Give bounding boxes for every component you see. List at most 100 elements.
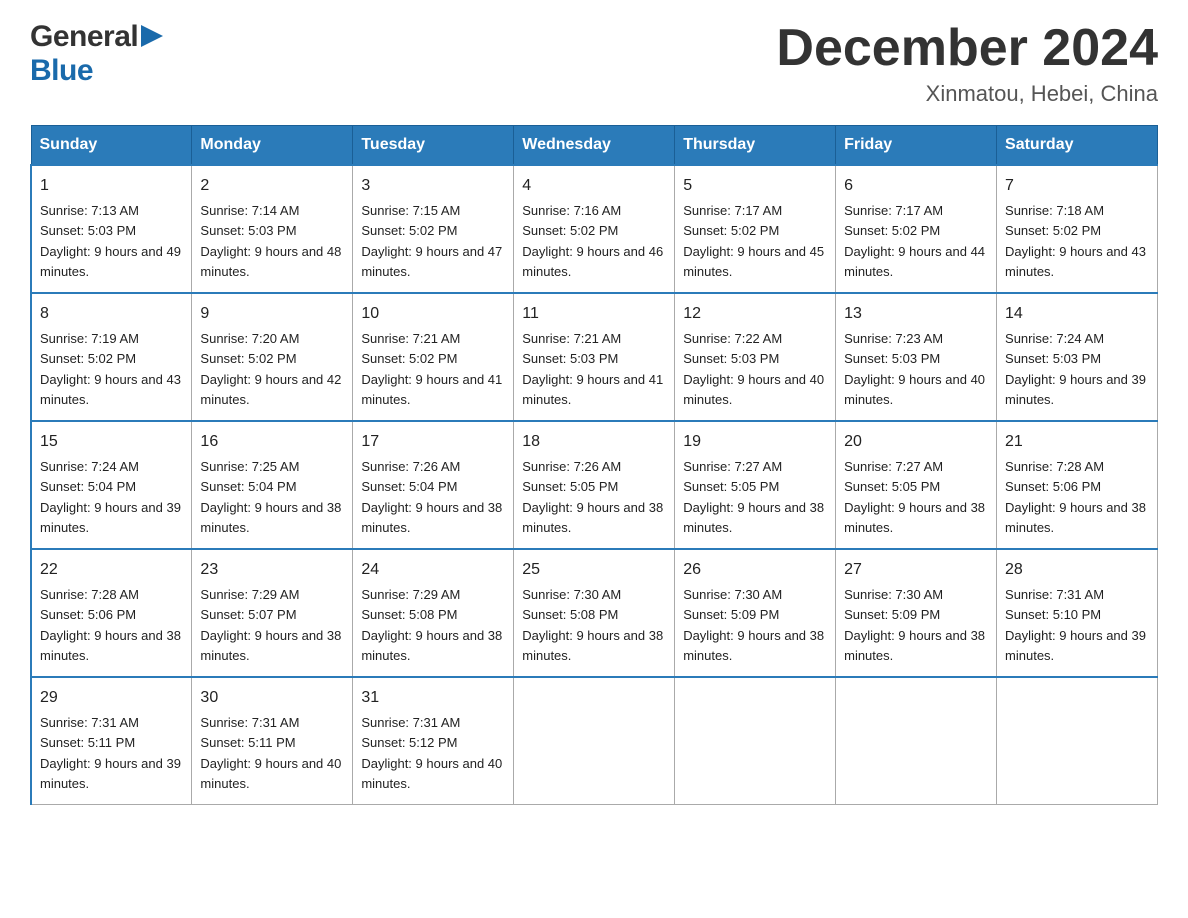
calendar-header-sunday: Sunday: [31, 126, 192, 166]
day-info: Sunrise: 7:17 AMSunset: 5:02 PMDaylight:…: [683, 203, 824, 279]
day-number: 30: [200, 686, 344, 710]
day-number: 29: [40, 686, 183, 710]
calendar-cell: 11 Sunrise: 7:21 AMSunset: 5:03 PMDaylig…: [514, 293, 675, 421]
calendar-cell: 7 Sunrise: 7:18 AMSunset: 5:02 PMDayligh…: [997, 165, 1158, 293]
calendar-week-row: 22 Sunrise: 7:28 AMSunset: 5:06 PMDaylig…: [31, 549, 1158, 677]
calendar-cell: 30 Sunrise: 7:31 AMSunset: 5:11 PMDaylig…: [192, 677, 353, 805]
day-info: Sunrise: 7:30 AMSunset: 5:08 PMDaylight:…: [522, 587, 663, 663]
day-info: Sunrise: 7:29 AMSunset: 5:07 PMDaylight:…: [200, 587, 341, 663]
day-info: Sunrise: 7:30 AMSunset: 5:09 PMDaylight:…: [844, 587, 985, 663]
logo: General Blue: [30, 20, 163, 88]
calendar-cell: 23 Sunrise: 7:29 AMSunset: 5:07 PMDaylig…: [192, 549, 353, 677]
day-number: 14: [1005, 302, 1149, 326]
day-info: Sunrise: 7:19 AMSunset: 5:02 PMDaylight:…: [40, 331, 181, 407]
day-info: Sunrise: 7:22 AMSunset: 5:03 PMDaylight:…: [683, 331, 824, 407]
day-info: Sunrise: 7:31 AMSunset: 5:11 PMDaylight:…: [40, 715, 181, 791]
day-number: 27: [844, 558, 988, 582]
day-number: 11: [522, 302, 666, 326]
day-number: 10: [361, 302, 505, 326]
calendar-table: SundayMondayTuesdayWednesdayThursdayFrid…: [30, 125, 1158, 805]
calendar-cell: [997, 677, 1158, 805]
day-number: 19: [683, 430, 827, 454]
calendar-cell: 28 Sunrise: 7:31 AMSunset: 5:10 PMDaylig…: [997, 549, 1158, 677]
calendar-cell: 22 Sunrise: 7:28 AMSunset: 5:06 PMDaylig…: [31, 549, 192, 677]
day-info: Sunrise: 7:16 AMSunset: 5:02 PMDaylight:…: [522, 203, 663, 279]
logo-blue-text: Blue: [30, 54, 93, 87]
day-number: 21: [1005, 430, 1149, 454]
day-info: Sunrise: 7:28 AMSunset: 5:06 PMDaylight:…: [1005, 459, 1146, 535]
day-info: Sunrise: 7:26 AMSunset: 5:05 PMDaylight:…: [522, 459, 663, 535]
day-number: 1: [40, 174, 183, 198]
calendar-cell: 14 Sunrise: 7:24 AMSunset: 5:03 PMDaylig…: [997, 293, 1158, 421]
calendar-cell: 20 Sunrise: 7:27 AMSunset: 5:05 PMDaylig…: [836, 421, 997, 549]
day-number: 17: [361, 430, 505, 454]
day-info: Sunrise: 7:29 AMSunset: 5:08 PMDaylight:…: [361, 587, 502, 663]
day-info: Sunrise: 7:21 AMSunset: 5:03 PMDaylight:…: [522, 331, 663, 407]
day-number: 8: [40, 302, 183, 326]
page-title: December 2024: [776, 20, 1158, 77]
calendar-cell: 15 Sunrise: 7:24 AMSunset: 5:04 PMDaylig…: [31, 421, 192, 549]
calendar-cell: 1 Sunrise: 7:13 AMSunset: 5:03 PMDayligh…: [31, 165, 192, 293]
page-subtitle: Xinmatou, Hebei, China: [776, 81, 1158, 107]
calendar-cell: [514, 677, 675, 805]
calendar-header-row: SundayMondayTuesdayWednesdayThursdayFrid…: [31, 126, 1158, 166]
calendar-cell: 21 Sunrise: 7:28 AMSunset: 5:06 PMDaylig…: [997, 421, 1158, 549]
calendar-header-monday: Monday: [192, 126, 353, 166]
calendar-cell: 24 Sunrise: 7:29 AMSunset: 5:08 PMDaylig…: [353, 549, 514, 677]
day-number: 13: [844, 302, 988, 326]
day-number: 24: [361, 558, 505, 582]
calendar-cell: [836, 677, 997, 805]
day-info: Sunrise: 7:31 AMSunset: 5:12 PMDaylight:…: [361, 715, 502, 791]
calendar-cell: 13 Sunrise: 7:23 AMSunset: 5:03 PMDaylig…: [836, 293, 997, 421]
day-info: Sunrise: 7:20 AMSunset: 5:02 PMDaylight:…: [200, 331, 341, 407]
day-info: Sunrise: 7:28 AMSunset: 5:06 PMDaylight:…: [40, 587, 181, 663]
day-info: Sunrise: 7:24 AMSunset: 5:03 PMDaylight:…: [1005, 331, 1146, 407]
day-info: Sunrise: 7:31 AMSunset: 5:11 PMDaylight:…: [200, 715, 341, 791]
day-number: 4: [522, 174, 666, 198]
day-info: Sunrise: 7:14 AMSunset: 5:03 PMDaylight:…: [200, 203, 341, 279]
day-info: Sunrise: 7:25 AMSunset: 5:04 PMDaylight:…: [200, 459, 341, 535]
day-number: 6: [844, 174, 988, 198]
calendar-cell: 10 Sunrise: 7:21 AMSunset: 5:02 PMDaylig…: [353, 293, 514, 421]
title-area: December 2024 Xinmatou, Hebei, China: [776, 20, 1158, 107]
calendar-cell: 2 Sunrise: 7:14 AMSunset: 5:03 PMDayligh…: [192, 165, 353, 293]
calendar-cell: 27 Sunrise: 7:30 AMSunset: 5:09 PMDaylig…: [836, 549, 997, 677]
calendar-cell: [675, 677, 836, 805]
calendar-cell: 3 Sunrise: 7:15 AMSunset: 5:02 PMDayligh…: [353, 165, 514, 293]
day-number: 7: [1005, 174, 1149, 198]
calendar-week-row: 8 Sunrise: 7:19 AMSunset: 5:02 PMDayligh…: [31, 293, 1158, 421]
calendar-cell: 9 Sunrise: 7:20 AMSunset: 5:02 PMDayligh…: [192, 293, 353, 421]
day-info: Sunrise: 7:27 AMSunset: 5:05 PMDaylight:…: [844, 459, 985, 535]
calendar-cell: 5 Sunrise: 7:17 AMSunset: 5:02 PMDayligh…: [675, 165, 836, 293]
calendar-header-saturday: Saturday: [997, 126, 1158, 166]
calendar-cell: 29 Sunrise: 7:31 AMSunset: 5:11 PMDaylig…: [31, 677, 192, 805]
day-number: 18: [522, 430, 666, 454]
calendar-cell: 16 Sunrise: 7:25 AMSunset: 5:04 PMDaylig…: [192, 421, 353, 549]
day-info: Sunrise: 7:15 AMSunset: 5:02 PMDaylight:…: [361, 203, 502, 279]
day-number: 25: [522, 558, 666, 582]
calendar-cell: 18 Sunrise: 7:26 AMSunset: 5:05 PMDaylig…: [514, 421, 675, 549]
header: General Blue December 2024 Xinmatou, Heb…: [30, 20, 1158, 107]
day-number: 15: [40, 430, 183, 454]
day-info: Sunrise: 7:17 AMSunset: 5:02 PMDaylight:…: [844, 203, 985, 279]
day-info: Sunrise: 7:21 AMSunset: 5:02 PMDaylight:…: [361, 331, 502, 407]
day-number: 26: [683, 558, 827, 582]
calendar-header-thursday: Thursday: [675, 126, 836, 166]
calendar-week-row: 1 Sunrise: 7:13 AMSunset: 5:03 PMDayligh…: [31, 165, 1158, 293]
day-info: Sunrise: 7:24 AMSunset: 5:04 PMDaylight:…: [40, 459, 181, 535]
day-info: Sunrise: 7:13 AMSunset: 5:03 PMDaylight:…: [40, 203, 181, 279]
day-number: 31: [361, 686, 505, 710]
calendar-cell: 19 Sunrise: 7:27 AMSunset: 5:05 PMDaylig…: [675, 421, 836, 549]
day-info: Sunrise: 7:27 AMSunset: 5:05 PMDaylight:…: [683, 459, 824, 535]
calendar-cell: 6 Sunrise: 7:17 AMSunset: 5:02 PMDayligh…: [836, 165, 997, 293]
day-number: 16: [200, 430, 344, 454]
day-number: 9: [200, 302, 344, 326]
calendar-cell: 4 Sunrise: 7:16 AMSunset: 5:02 PMDayligh…: [514, 165, 675, 293]
calendar-cell: 31 Sunrise: 7:31 AMSunset: 5:12 PMDaylig…: [353, 677, 514, 805]
day-info: Sunrise: 7:23 AMSunset: 5:03 PMDaylight:…: [844, 331, 985, 407]
calendar-header-friday: Friday: [836, 126, 997, 166]
day-number: 23: [200, 558, 344, 582]
day-number: 22: [40, 558, 183, 582]
day-info: Sunrise: 7:30 AMSunset: 5:09 PMDaylight:…: [683, 587, 824, 663]
calendar-week-row: 29 Sunrise: 7:31 AMSunset: 5:11 PMDaylig…: [31, 677, 1158, 805]
